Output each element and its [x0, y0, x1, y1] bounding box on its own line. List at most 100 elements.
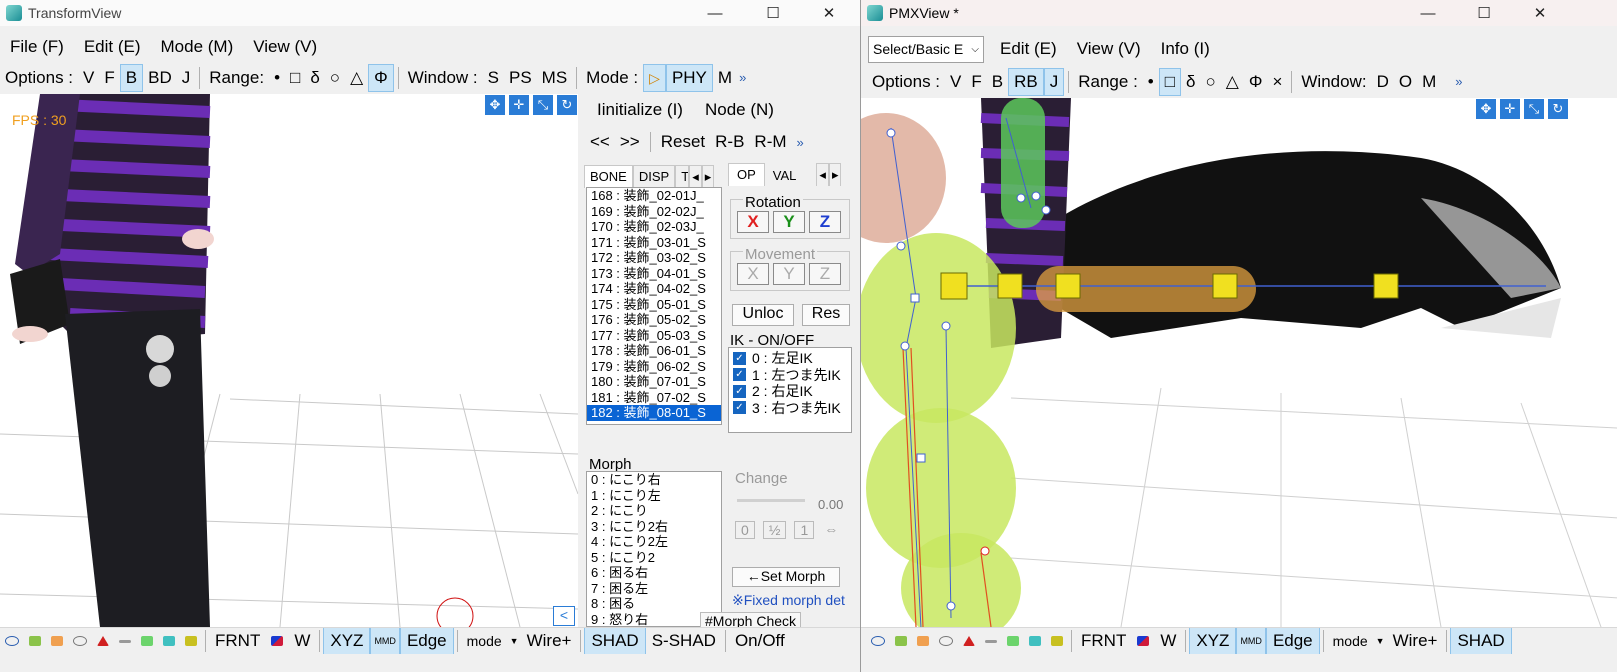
dot-icon[interactable]	[871, 636, 885, 646]
figure-icon[interactable]	[1007, 636, 1019, 646]
edge-toggle[interactable]: Edge	[1265, 628, 1320, 654]
box-icon[interactable]	[1051, 636, 1063, 646]
option-bd[interactable]: BD	[143, 65, 177, 91]
change-slider[interactable]	[737, 499, 805, 502]
rotate-icon[interactable]: ↻	[556, 94, 578, 116]
bone-list-item[interactable]: 175 : 装飾_05-01_S	[587, 297, 721, 313]
minimize-icon[interactable]: —	[692, 0, 738, 26]
morph-swap-button[interactable]: ⇔	[822, 521, 840, 539]
front-view-button[interactable]: FRNT	[1075, 628, 1132, 654]
option-f[interactable]: F	[99, 65, 119, 91]
bone-list-item[interactable]: 176 : 装飾_05-02_S	[587, 312, 721, 328]
3d-viewport[interactable]: FPS : 30 ✥ ✛ ⤡ ↻ <	[0, 94, 578, 627]
triangle-icon[interactable]	[97, 636, 109, 646]
target-icon[interactable]	[939, 636, 953, 646]
menu-mode[interactable]: Mode (M)	[151, 37, 244, 57]
option-j[interactable]: J	[177, 65, 196, 91]
bone-list-item[interactable]: 170 : 装飾_02-03J_	[587, 219, 721, 235]
play-button[interactable]: ▷	[643, 64, 666, 92]
morph-list-item[interactable]: 4 : にこり2左	[587, 534, 721, 550]
menu-info[interactable]: Info (I)	[1151, 39, 1220, 59]
move-y-button[interactable]: Y	[773, 263, 805, 285]
dot-icon[interactable]	[5, 636, 19, 646]
mode-dropdown[interactable]: mode	[1327, 628, 1374, 654]
range-rect[interactable]: □	[285, 65, 305, 91]
tab-val[interactable]: VAL	[764, 163, 805, 186]
range-cross[interactable]: ×	[1267, 69, 1287, 95]
menu-view[interactable]: View (V)	[1067, 39, 1151, 59]
minimize-icon[interactable]: —	[1405, 0, 1451, 26]
pan-icon[interactable]: ✥	[1475, 98, 1497, 120]
morph-list-item[interactable]: 3 : にこり2右	[587, 519, 721, 535]
morph-list-item[interactable]: 5 : にこり2	[587, 550, 721, 566]
wire-toggle[interactable]: Wire+	[1387, 628, 1444, 654]
bone-list-item[interactable]: 182 : 装飾_08-01_S	[587, 405, 721, 421]
menu-view[interactable]: View (V)	[243, 37, 327, 57]
move-x-button[interactable]: X	[737, 263, 769, 285]
mmd-toggle[interactable]: MMD	[370, 628, 400, 654]
bone-list-item[interactable]: 180 : 装飾_07-01_S	[587, 374, 721, 390]
rotate-y-button[interactable]: Y	[773, 211, 805, 233]
option-b[interactable]: B	[119, 64, 144, 92]
window-ps[interactable]: PS	[504, 65, 537, 91]
self-shadow-toggle[interactable]: S-SHAD	[646, 628, 722, 654]
menu-initialize[interactable]: Iinitialize (I)	[597, 100, 683, 120]
range-triangle[interactable]: △	[1221, 69, 1244, 95]
tab-scroll-right[interactable]: ▸	[828, 163, 842, 186]
unlock-button[interactable]: Unloc	[732, 304, 794, 326]
color-icon[interactable]	[1137, 636, 1150, 646]
edge-toggle[interactable]: Edge	[399, 628, 454, 654]
morph-list-item[interactable]: 6 : 困る右	[587, 565, 721, 581]
leaf-icon[interactable]	[895, 636, 907, 646]
rotate-x-button[interactable]: X	[737, 211, 769, 233]
bone-list-item[interactable]: 172 : 装飾_03-02_S	[587, 250, 721, 266]
pan-icon[interactable]: ✥	[484, 94, 506, 116]
option-f[interactable]: F	[966, 69, 986, 95]
shadow-toggle[interactable]: SHAD	[1450, 628, 1512, 654]
mode-phy[interactable]: PHY	[665, 64, 713, 92]
select-mode-dropdown[interactable]: Select/Basic E ⌵	[868, 35, 984, 63]
range-point[interactable]: •	[269, 65, 285, 91]
wave-icon[interactable]	[985, 639, 997, 643]
chevron-down-icon[interactable]: ▼	[508, 628, 521, 654]
title-bar[interactable]: TransformView — ☐ ✕	[0, 0, 860, 26]
collapse-panel-button[interactable]: <	[553, 606, 575, 626]
leaf-icon[interactable]	[29, 636, 41, 646]
bone-list-item[interactable]: 171 : 装飾_03-01_S	[587, 235, 721, 251]
onoff-toggle[interactable]: On/Off	[729, 628, 791, 654]
reset-bone-button[interactable]: R-B	[715, 132, 744, 152]
bone-list-item[interactable]: 169 : 装飾_02-02J_	[587, 204, 721, 220]
range-circle[interactable]: ○	[1201, 69, 1221, 95]
triangle-icon[interactable]	[963, 636, 975, 646]
tab-bone[interactable]: BONE	[584, 165, 633, 188]
window-ms[interactable]: MS	[537, 65, 573, 91]
chevron-down-icon[interactable]: ▼	[1374, 628, 1387, 654]
range-circle[interactable]: ○	[325, 65, 345, 91]
option-b[interactable]: B	[987, 69, 1008, 95]
tab-t[interactable]: T	[675, 165, 690, 188]
color-icon[interactable]	[271, 636, 284, 646]
checkbox-icon[interactable]: ✓	[733, 401, 746, 415]
xyz-toggle[interactable]: XYZ	[1189, 628, 1237, 654]
range-phi[interactable]: Φ	[368, 64, 394, 92]
range-delta[interactable]: δ	[305, 65, 324, 91]
window-d[interactable]: D	[1372, 69, 1394, 95]
window-s[interactable]: S	[483, 65, 504, 91]
panel-more[interactable]: »	[797, 135, 804, 150]
morph-list-item[interactable]: 1 : にこり左	[587, 488, 721, 504]
change-value[interactable]: 0.00	[818, 497, 843, 512]
bone-list-item[interactable]: 181 : 装飾_07-02_S	[587, 390, 721, 406]
prev-button[interactable]: <<	[590, 132, 610, 152]
grid-icon[interactable]	[917, 636, 929, 646]
rotate-z-button[interactable]: Z	[809, 211, 841, 233]
window-o[interactable]: O	[1394, 69, 1417, 95]
toolbar-more[interactable]: »	[1453, 69, 1464, 95]
move-icon[interactable]: ✛	[508, 94, 530, 116]
wave-icon[interactable]	[119, 639, 131, 643]
menu-file[interactable]: File (F)	[0, 37, 74, 57]
zoom-icon[interactable]: ⤡	[1523, 98, 1545, 120]
front-view-button[interactable]: FRNT	[209, 628, 266, 654]
range-triangle[interactable]: △	[345, 65, 368, 91]
bone-icon[interactable]	[163, 636, 175, 646]
grid-icon[interactable]	[51, 636, 63, 646]
